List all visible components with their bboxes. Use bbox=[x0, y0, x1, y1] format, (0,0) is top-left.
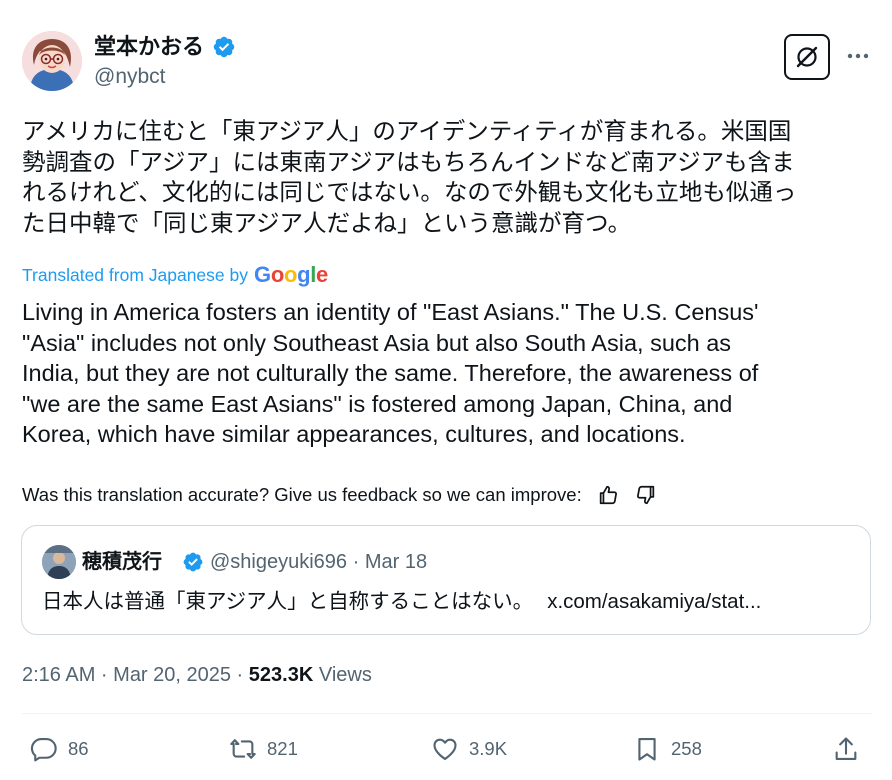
quoted-author-avatar[interactable] bbox=[42, 545, 76, 579]
views-count: 523.3K bbox=[248, 664, 314, 686]
quoted-tweet-text: 日本人は普通「東アジア人」と自称することはない。 x.com/asakamiya/… bbox=[42, 589, 761, 615]
more-options-button[interactable] bbox=[844, 44, 872, 68]
verified-badge-icon bbox=[212, 35, 236, 59]
action-divider bbox=[22, 713, 872, 714]
heart-icon bbox=[433, 738, 457, 760]
grok-icon bbox=[796, 46, 818, 68]
thumbs-down-icon[interactable] bbox=[634, 483, 658, 507]
author-display-name[interactable]: 堂本かおる bbox=[94, 34, 204, 60]
bookmark-icon bbox=[638, 738, 656, 761]
more-dots-icon bbox=[847, 53, 869, 59]
google-logo: Google bbox=[254, 262, 328, 287]
quoted-text-body: 日本人は普通「東アジア人」と自称することはない。 bbox=[42, 590, 534, 613]
like-count: 3.9K bbox=[469, 738, 508, 759]
reply-button[interactable]: 86 bbox=[30, 732, 89, 766]
reply-count: 86 bbox=[68, 738, 89, 759]
share-button[interactable] bbox=[832, 732, 860, 766]
quoted-author-name: 穂積茂行 bbox=[82, 551, 162, 573]
avatar-illustration bbox=[22, 31, 82, 91]
reply-icon bbox=[30, 738, 57, 762]
quoted-verified-badge-icon bbox=[182, 551, 204, 573]
repost-button[interactable]: 821 bbox=[229, 732, 298, 766]
author-avatar[interactable] bbox=[22, 31, 82, 91]
feedback-prompt: Was this translation accurate? Give us f… bbox=[22, 484, 582, 505]
bookmark-button[interactable]: 258 bbox=[633, 732, 702, 766]
quoted-handle-and-date: @shigeyuki696 · Mar 18 bbox=[210, 551, 428, 573]
translation-attribution[interactable]: Translated from Japanese by Google bbox=[22, 262, 328, 288]
quoted-avatar-image bbox=[42, 545, 76, 579]
tweet-meta: 2:16 AM · Mar 20, 2025 · 523.3K Views bbox=[22, 662, 372, 688]
translation-feedback: Was this translation accurate? Give us f… bbox=[22, 482, 658, 508]
grok-button[interactable] bbox=[784, 34, 830, 80]
translated-from-label[interactable]: Translated from Japanese by bbox=[22, 265, 248, 286]
tweet-timestamp[interactable]: 2:16 AM · Mar 20, 2025 · bbox=[22, 664, 249, 686]
tweet-translated-text: Living in America fosters an identity of… bbox=[22, 299, 759, 447]
like-button[interactable]: 3.9K bbox=[431, 732, 507, 766]
bookmark-count: 258 bbox=[671, 738, 702, 759]
author-handle[interactable]: @nybct bbox=[94, 64, 166, 90]
repost-count: 821 bbox=[267, 738, 298, 759]
repost-icon bbox=[230, 739, 256, 759]
quoted-tweet-card[interactable] bbox=[21, 525, 871, 635]
share-icon bbox=[835, 737, 857, 760]
thumbs-up-icon[interactable] bbox=[596, 483, 620, 507]
quoted-tweet-link[interactable]: x.com/asakamiya/stat... bbox=[547, 590, 761, 613]
views-label: Views bbox=[313, 664, 372, 686]
tweet-original-text: アメリカに住むと「東アジア人」のアイデンティティが育まれる。米国国 勢調査の「ア… bbox=[22, 118, 797, 236]
